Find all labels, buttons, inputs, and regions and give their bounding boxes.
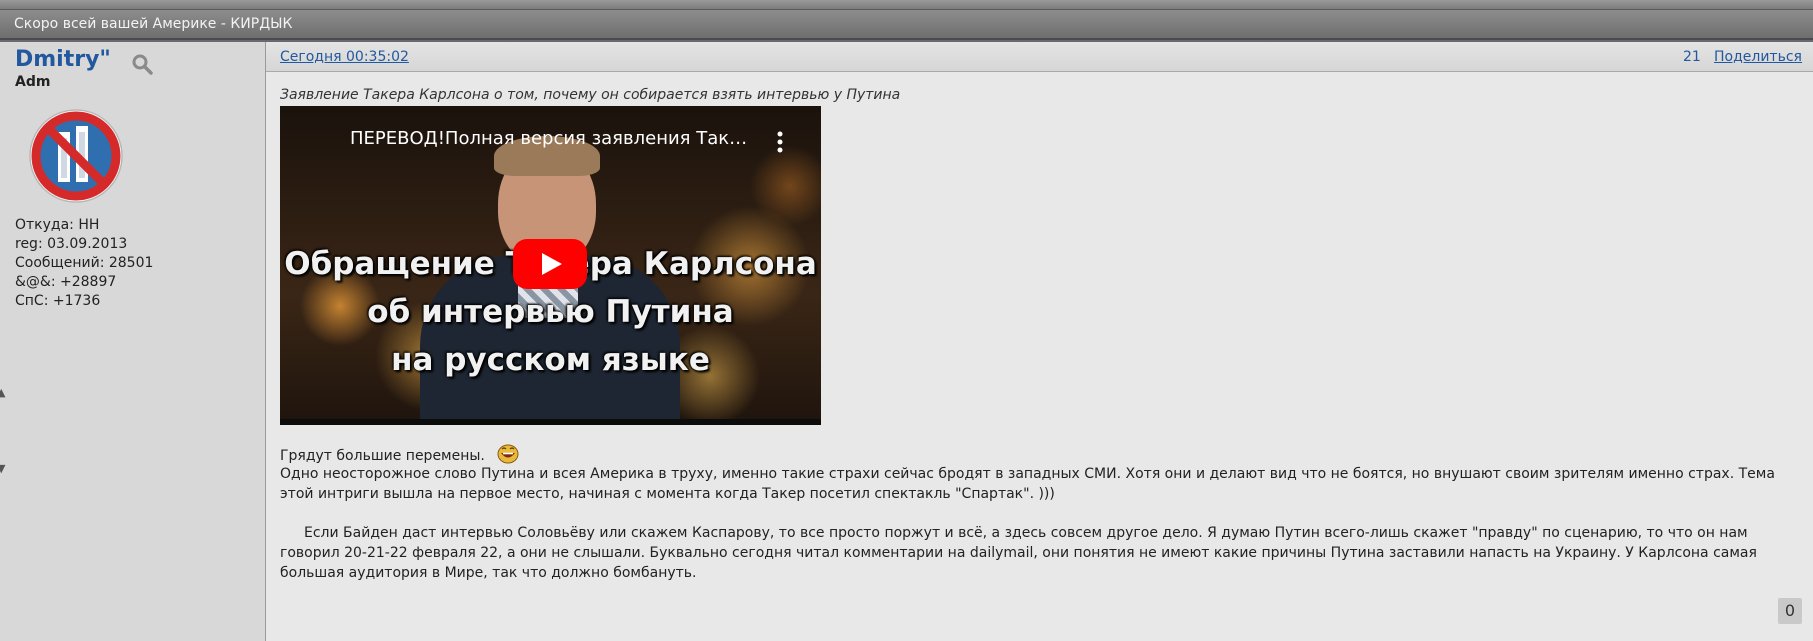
- more-options-icon[interactable]: [770, 130, 790, 154]
- post-body-area: Сегодня 00:35:02 21 Поделиться Заявление…: [266, 42, 1813, 641]
- share-link[interactable]: Поделиться: [1714, 49, 1802, 65]
- post-paragraph: Одно неосторожное слово Путина и всея Ам…: [280, 466, 1775, 502]
- author-registration: reg: 03.09.2013: [15, 236, 128, 252]
- youtube-video-embed[interactable]: ПЕРЕВОД!Полная версия заявления Такера К…: [280, 106, 821, 425]
- laughing-smiley-icon: [497, 444, 519, 464]
- search-icon[interactable]: [130, 52, 154, 76]
- post-number: 21: [1683, 49, 1701, 65]
- window-top-strip: [0, 0, 1813, 10]
- video-caption-line: об интервью Путина: [367, 294, 734, 330]
- author-thanks: СпС: +1736: [15, 293, 101, 309]
- author-role: Adm: [15, 74, 51, 90]
- thread-title-bar: Скоро всей вашей Америке - КИРДЫК: [0, 10, 1813, 40]
- reactions-counter[interactable]: 0: [1778, 598, 1802, 624]
- author-posts-count: Сообщений: 28501: [15, 255, 154, 271]
- author-info: Откуда: НН reg: 03.09.2013 Сообщений: 28…: [15, 216, 153, 311]
- thread-title: Скоро всей вашей Америке - КИРДЫК: [14, 16, 293, 32]
- author-location: Откуда: НН: [15, 217, 100, 233]
- post-container: Dmitry" Adm Откуда: НН reg: 03.09.2013 С…: [0, 42, 1813, 641]
- avatar: [29, 109, 123, 203]
- play-button-icon[interactable]: [513, 239, 587, 289]
- author-name-link[interactable]: Dmitry": [15, 47, 111, 72]
- post-subtitle: Заявление Такера Карлсона о том, почему …: [280, 87, 901, 103]
- video-caption-line: на русском языке: [391, 342, 710, 378]
- author-reputation: &@&: +28897: [15, 274, 117, 290]
- author-sidebar: Dmitry" Adm Откуда: НН reg: 03.09.2013 С…: [0, 42, 266, 641]
- video-title[interactable]: ПЕРЕВОД!Полная версия заявления Такера К…: [350, 128, 750, 149]
- edge-arrow-icon: ▼: [0, 462, 6, 475]
- post-date-link[interactable]: Сегодня 00:35:02: [280, 49, 409, 65]
- video-bottom-bar: [280, 419, 821, 425]
- edge-arrow-icon: ▲: [0, 386, 6, 399]
- post-header: Сегодня 00:35:02 21 Поделиться: [266, 42, 1813, 72]
- post-text-line: Грядут большие перемены.: [280, 444, 1800, 466]
- post-text: Грядут большие перемены.: [280, 448, 485, 464]
- post-paragraph: Если Байден даст интервью Соловьёву или …: [280, 525, 1757, 581]
